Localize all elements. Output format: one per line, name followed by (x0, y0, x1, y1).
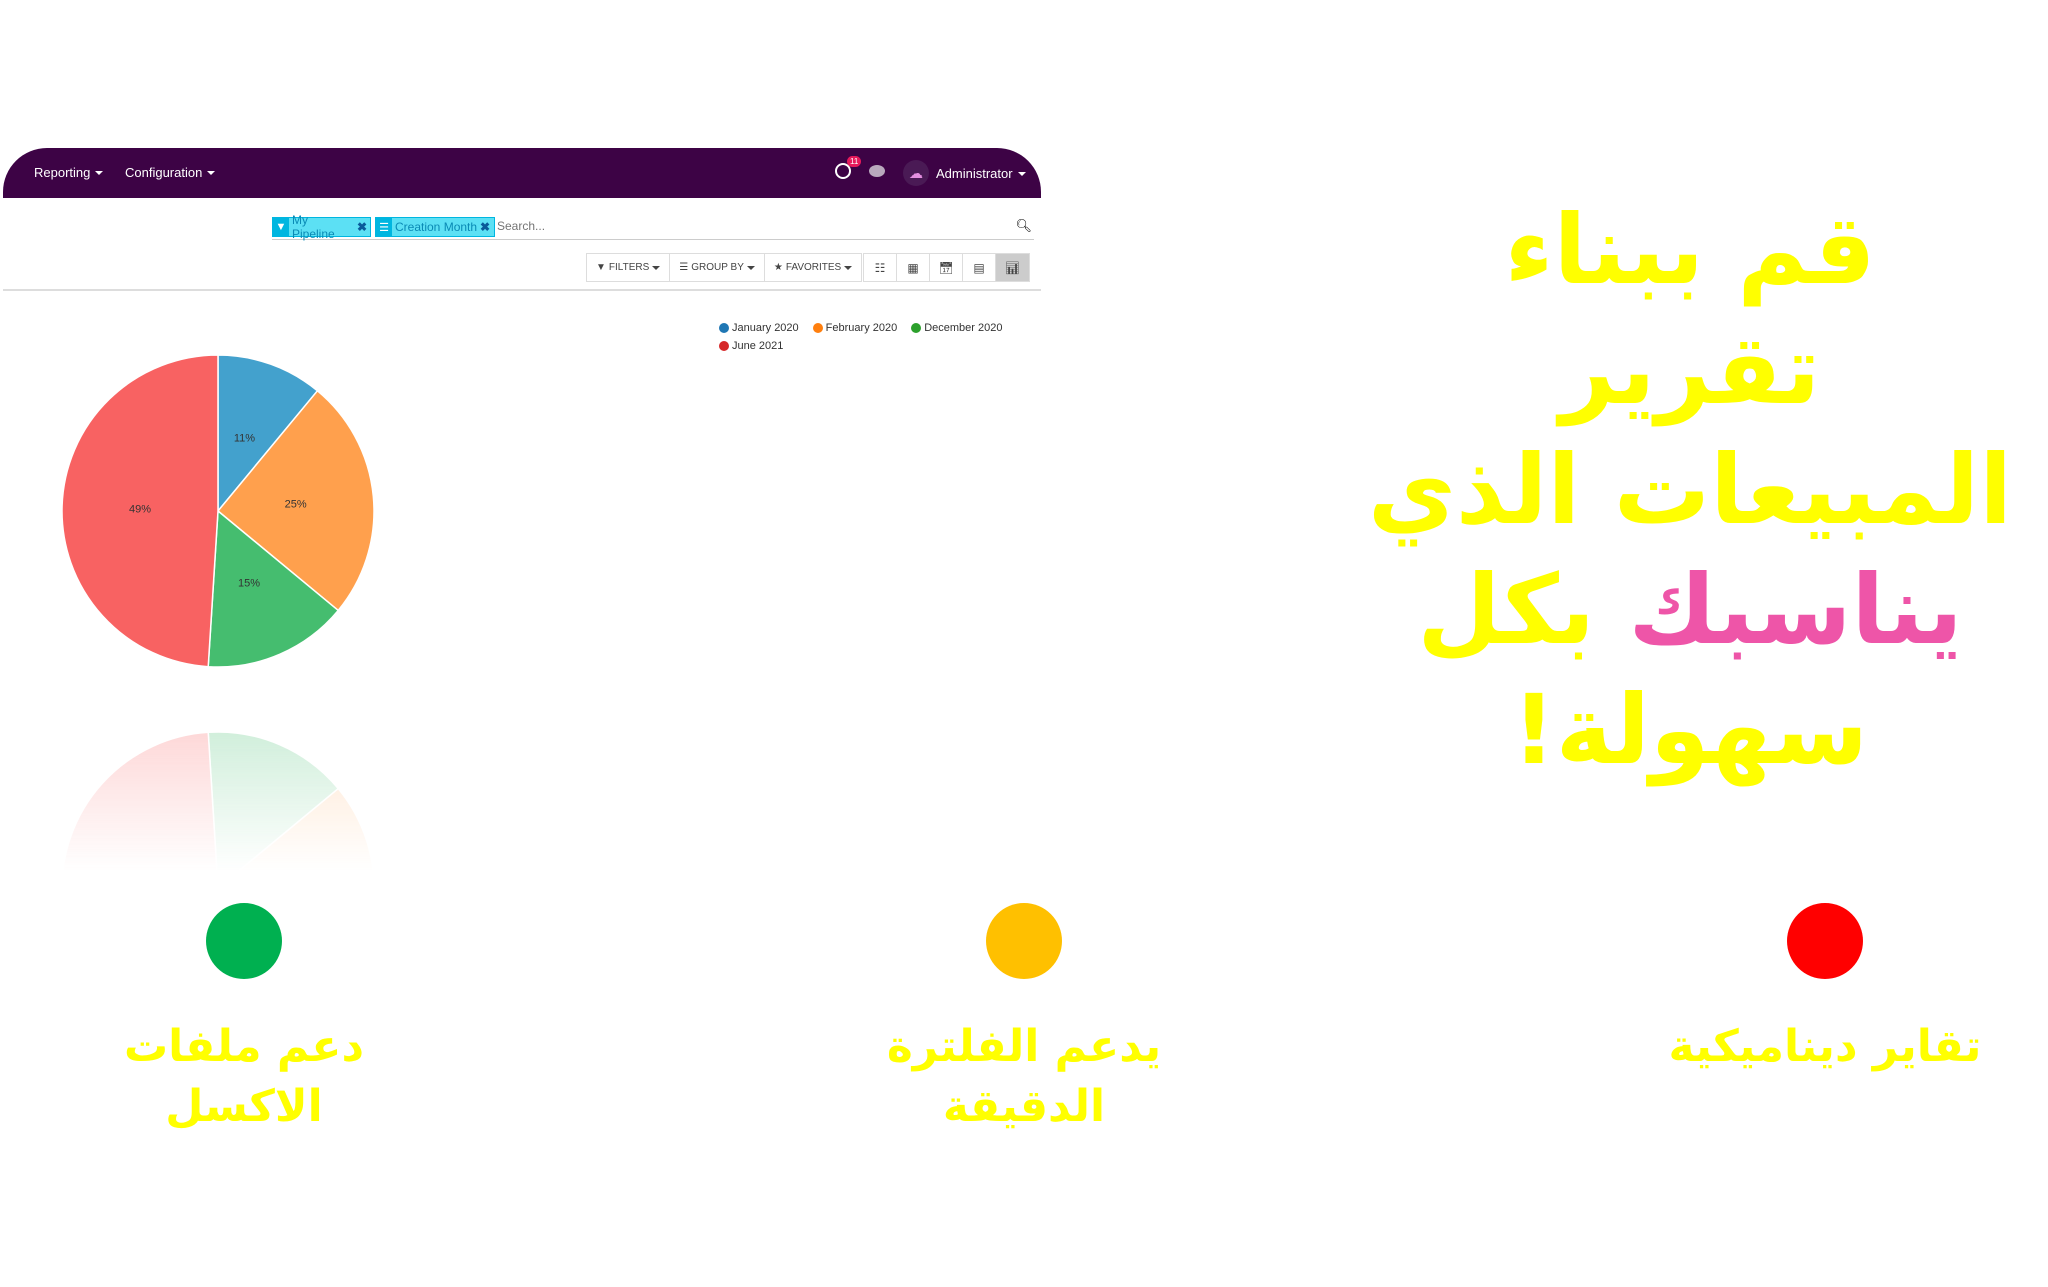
search-bar: ▼ My Pipeline ✖ ☰ Creation Month ✖ 🔍︎ (272, 213, 1034, 241)
search-input[interactable] (497, 219, 997, 233)
filter-icon: ▼ (596, 262, 606, 273)
user-menu[interactable]: Administrator (936, 166, 1026, 181)
pie-data-label: 49% (129, 504, 151, 516)
feature-bullet-icon (986, 903, 1062, 979)
pie-data-label: 11% (234, 433, 255, 445)
legend-item[interactable]: December 2020 (911, 322, 1003, 334)
filters-button[interactable]: ▼ FILTERS (587, 254, 671, 281)
feature-bullet-icon (206, 903, 282, 979)
odoo-crm-window: Reporting Configuration 11 ☁ Administrat… (3, 148, 1041, 1045)
pie-chart: 11% 25% 15% 49% (61, 354, 375, 668)
graph-view-button[interactable]: 📊︎ (996, 254, 1029, 281)
legend-label: January 2020 (732, 322, 799, 334)
star-icon: ★ (773, 262, 783, 273)
list-view-button[interactable]: ☷ (864, 254, 897, 281)
feature-excel: دعم ملفات الاكسل (34, 903, 454, 1137)
group-by-button[interactable]: ☰ GROUP BY (670, 254, 765, 281)
facet-my-pipeline[interactable]: ▼ My Pipeline ✖ (272, 213, 371, 241)
search-icon[interactable]: 🔍︎ (1015, 218, 1032, 234)
facet-label: My Pipeline (291, 213, 335, 241)
legend-dot-icon (719, 341, 729, 351)
caret-down-icon (95, 170, 104, 175)
filter-icon: ▼ (273, 218, 289, 236)
feature-text: الدقيقة (942, 1081, 1106, 1132)
legend-label: December 2020 (924, 322, 1003, 334)
top-navbar: Reporting Configuration 11 ☁ Administrat… (3, 148, 1041, 198)
list-icon: ☰ (679, 262, 689, 273)
menu-reporting[interactable]: Reporting (34, 165, 104, 180)
feature-bullet-icon (1787, 903, 1863, 979)
remove-facet-icon[interactable]: ✖ (357, 220, 370, 234)
headline-line: يناسبك بكل (1360, 550, 2020, 670)
facet-label: Creation Month (395, 220, 478, 234)
search-options: ▼ FILTERS ☰ GROUP BY ★ FAVORITES (586, 253, 863, 282)
divider (3, 289, 1041, 291)
pie-data-label: 25% (285, 499, 307, 511)
legend-item[interactable]: February 2020 (812, 322, 898, 334)
button-label: FILTERS (608, 262, 650, 273)
menu-label: Configuration (125, 165, 203, 180)
feature-filtering: يدعم الفلترة الدقيقة (814, 903, 1234, 1137)
caret-down-icon (1017, 171, 1026, 176)
kanban-view-button[interactable]: ▦ (897, 254, 930, 281)
headline-line: سهولة! (1511, 674, 1868, 786)
group-icon: ☰ (376, 218, 392, 236)
legend-label: June 2021 (732, 340, 784, 352)
chat-icon[interactable] (869, 165, 885, 177)
headline-line: المبيعات الذي (1367, 434, 2013, 546)
facet-creation-month[interactable]: ☰ Creation Month ✖ (375, 217, 495, 237)
favorites-button[interactable]: ★ FAVORITES (765, 254, 861, 281)
button-label: FAVORITES (785, 262, 842, 273)
menu-label: Reporting (34, 165, 91, 180)
headline: قم ببناء تقرير المبيعات الذي يناسبك بكل … (1360, 190, 2020, 790)
legend-dot-icon (719, 323, 729, 333)
pivot-view-button[interactable]: ▤ (963, 254, 996, 281)
caret-down-icon (746, 265, 755, 270)
avatar[interactable]: ☁ (903, 160, 929, 186)
view-switcher: ☷ ▦ 📅︎ ▤ 📊︎ (863, 253, 1030, 282)
feature-dynamic-reports: تقاير ديناميكية (1615, 903, 2035, 1077)
calendar-view-button[interactable]: 📅︎ (930, 254, 963, 281)
legend-dot-icon (812, 323, 823, 333)
feature-text: الاكسل (165, 1081, 323, 1132)
pie-data-label: 15% (238, 578, 260, 590)
user-name: Administrator (936, 166, 1013, 181)
headline-text: بكل (1417, 554, 1595, 666)
feature-text: يدعم الفلترة (886, 1021, 1162, 1072)
menu-configuration[interactable]: Configuration (125, 165, 216, 180)
legend-dot-icon (911, 323, 922, 333)
notification-badge: 11 (847, 156, 862, 167)
caret-down-icon (844, 265, 853, 270)
legend-item[interactable]: June 2021 (719, 340, 783, 352)
headline-line: قم ببناء تقرير (1504, 194, 1876, 426)
chart-legend: January 2020 February 2020 December 2020 Ju… (719, 322, 1039, 352)
caret-down-icon (652, 265, 661, 270)
caret-down-icon (207, 170, 216, 175)
button-label: GROUP BY (691, 262, 744, 273)
headline-highlight: يناسبك (1628, 554, 1963, 666)
feature-text: تقاير ديناميكية (1668, 1021, 1982, 1072)
remove-facet-icon[interactable]: ✖ (480, 220, 493, 234)
legend-label: February 2020 (825, 322, 898, 334)
legend-item[interactable]: January 2020 (719, 322, 799, 334)
feature-text: دعم ملفات (123, 1021, 365, 1072)
